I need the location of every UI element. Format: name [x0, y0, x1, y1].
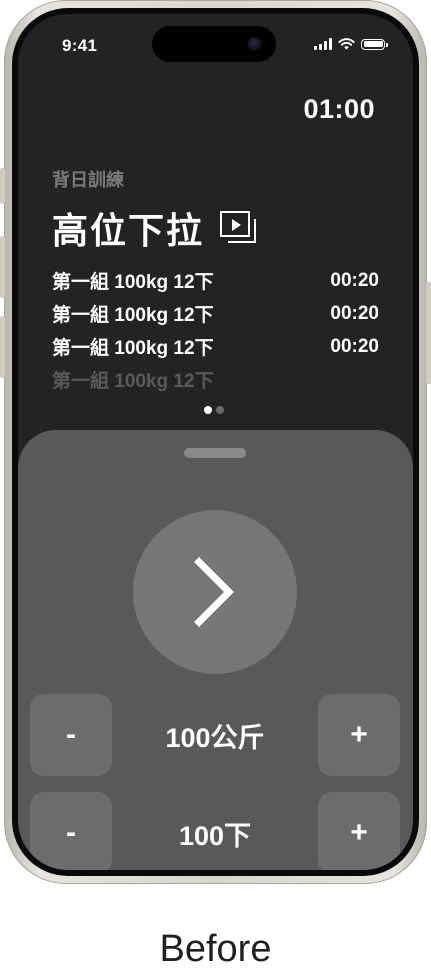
set-label: 第一組 100kg 12下	[52, 305, 214, 326]
cellular-signal-icon	[314, 38, 332, 50]
phone-screen: 9:41 01:00 背日訓練 高位下拉 第一組 100kg 12下 00:20…	[18, 14, 413, 870]
set-row-upcoming: 第一組 100kg 12下	[52, 363, 379, 396]
chevron-right-icon	[194, 557, 234, 627]
set-time: 00:20	[330, 335, 379, 357]
status-icons	[314, 38, 388, 50]
sheet-drag-handle[interactable]	[184, 448, 246, 458]
exercise-header: 高位下拉	[52, 202, 258, 254]
workout-category: 背日訓練	[52, 170, 124, 190]
set-label: 第一組 100kg 12下	[52, 338, 214, 359]
status-time: 9:41	[62, 36, 98, 55]
page-dot[interactable]	[216, 406, 224, 414]
weight-stepper: - 100公斤 +	[30, 694, 400, 776]
reps-stepper: - 100下 +	[30, 792, 400, 870]
volume-up-button	[0, 236, 5, 298]
video-play-icon[interactable]	[220, 211, 258, 245]
page-dot-active[interactable]	[204, 406, 212, 414]
reps-value: 100下	[178, 820, 252, 851]
action-button	[0, 168, 5, 204]
dynamic-island	[152, 26, 276, 62]
set-row: 第一組 100kg 12下 00:20	[52, 330, 379, 363]
set-time: 00:20	[330, 302, 379, 324]
set-label: 第一組 100kg 12下	[52, 371, 214, 392]
reps-decrease-button[interactable]: -	[30, 792, 112, 870]
rest-timer: 01:00	[303, 94, 375, 124]
next-set-button[interactable]	[133, 510, 297, 674]
weight-increase-button[interactable]: +	[318, 694, 400, 776]
camera-icon	[248, 37, 262, 51]
exercise-title: 高位下拉	[52, 210, 205, 251]
reps-increase-button[interactable]: +	[318, 792, 400, 870]
control-sheet: - 100公斤 + - 100下 +	[18, 430, 413, 870]
volume-down-button	[0, 316, 5, 378]
weight-value: 100公斤	[165, 722, 265, 753]
set-label: 第一組 100kg 12下	[52, 272, 214, 293]
weight-decrease-button[interactable]: -	[30, 694, 112, 776]
set-row: 第一組 100kg 12下 00:20	[52, 264, 379, 297]
set-list: 第一組 100kg 12下 00:20 第一組 100kg 12下 00:20 …	[52, 264, 379, 396]
page-indicator	[204, 406, 224, 414]
set-time: 00:20	[330, 269, 379, 291]
wifi-icon	[338, 38, 355, 50]
battery-icon	[361, 38, 388, 50]
set-row: 第一組 100kg 12下 00:20	[52, 297, 379, 330]
power-button	[426, 282, 431, 384]
caption: Before	[159, 928, 272, 970]
